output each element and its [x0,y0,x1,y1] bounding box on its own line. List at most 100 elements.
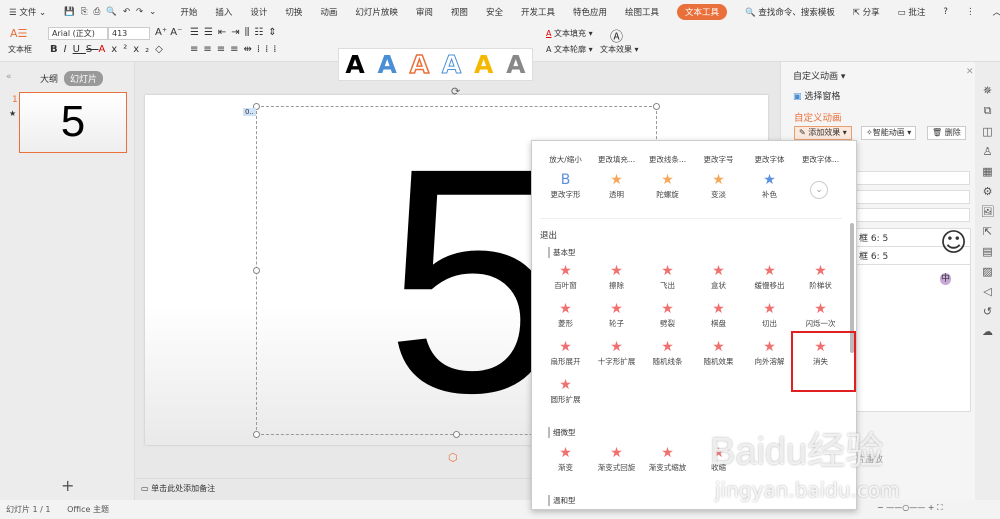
effect-item[interactable]: ★ 擦除 [591,263,642,291]
effect-item[interactable]: ★ 陀螺旋 [642,172,693,200]
effect-item[interactable]: ★ 渐变 [540,445,591,473]
paragraph-buttons[interactable]: ☰☰⇤⇥⫼☷⇕ [190,27,282,38]
start-dropdown[interactable] [852,171,970,185]
table-icon[interactable]: ▤ [982,245,992,258]
history-icon[interactable]: ↺ [983,305,992,318]
smart-animation-button[interactable]: ✧智能动画 ▾ [861,126,917,140]
object-icon[interactable]: ♙ [983,145,993,158]
art-style-blue-outline[interactable]: A [441,50,461,80]
effect-item[interactable]: ★ 圆形扩展 [540,377,591,405]
settings-icon[interactable]: ⚙ [983,185,993,198]
effect-item[interactable]: ★ 扇形展开 [540,339,591,367]
delete-button[interactable]: 🗑 删除 [927,126,966,140]
tab-slides[interactable]: 幻灯片 [64,71,104,86]
selection-pane-button[interactable]: ▣ 选择窗格 [793,89,840,102]
speed-dropdown[interactable] [852,208,970,222]
tab-1[interactable]: 插入 [215,6,232,18]
tab-2[interactable]: 设计 [250,6,267,18]
add-slide-button[interactable]: + [61,476,74,495]
float-tool-icon[interactable]: ⬡ [448,451,458,464]
rotate-handle-icon[interactable]: ⟳ [451,85,460,98]
effect-item[interactable]: ★ 缓慢移出 [744,263,795,291]
effect-item[interactable]: ★ 闪烁一次 [795,301,846,329]
zoom-slider[interactable]: − ——○—— + ⛶ [877,503,943,513]
effect-item[interactable]: 更改字号 [693,141,744,165]
resize-handle[interactable] [253,267,260,274]
effect-item[interactable]: 更改字体... [795,141,846,165]
effect-item[interactable]: ★ 渐变式缩放 [642,445,693,473]
tab-10[interactable]: 特色应用 [573,6,607,18]
tab-8[interactable]: 安全 [486,6,503,18]
art-style-gray[interactable]: A [506,50,525,79]
effect-item[interactable]: ★ 劈裂 [642,301,693,329]
art-style-black[interactable]: A [345,50,364,79]
effect-item[interactable]: 更改字体 [744,141,795,165]
search-command[interactable]: 🔍 查找命令、搜索模板 [745,6,835,18]
font-grow-shrink-icons[interactable]: A⁺ A⁻ [155,27,182,38]
effect-item[interactable]: ★ 补色 [744,172,795,200]
expand-more-icon[interactable]: ⌄ [810,181,828,199]
collapse-panel-icon[interactable]: « [6,72,12,82]
effect-item[interactable]: ★ 透明 [591,172,642,200]
font-size-select[interactable]: 413 [108,27,150,40]
grid-icon[interactable]: ▦ [982,165,992,178]
image-icon[interactable]: ▨ [982,265,992,278]
text-effect-button[interactable]: 文本效果 ▾ [600,44,639,55]
tab-5[interactable]: 幻灯片放映 [355,6,398,18]
export-icon[interactable]: ⇱ [983,225,992,238]
effect-item[interactable]: ★ 百叶窗 [540,263,591,291]
more-icon[interactable]: ⋮ [966,7,975,17]
tab-7[interactable]: 视图 [451,6,468,18]
audio-icon[interactable]: ◁ [983,285,991,298]
ime-mascot-icon[interactable]: ☺中 [940,228,978,285]
tab-text-tools[interactable]: 文本工具 [677,4,728,20]
resize-handle[interactable] [253,431,260,438]
effect-item[interactable]: ★ 十字形扩展 [591,339,642,367]
effect-item[interactable]: 放大/缩小 [540,141,591,165]
effect-item[interactable]: ★ 盒状 [693,263,744,291]
backup-icon[interactable]: ☁ [982,325,993,338]
effect-item[interactable]: ★ 菱形 [540,301,591,329]
tab-6[interactable]: 审阅 [416,6,433,18]
tab-4[interactable]: 动画 [320,6,337,18]
effect-item[interactable]: B 更改字形 [540,172,591,200]
quick-access-icons[interactable]: 💾⎘⎙🔍↶↷⌄ [64,7,162,17]
tab-3[interactable]: 切换 [285,6,302,18]
panel-title[interactable]: 自定义动画 ▾ [793,69,845,82]
effect-item[interactable]: ★ 阶梯状 [795,263,846,291]
animation-icon[interactable]: ✵ [983,84,992,97]
close-icon[interactable]: ✕ [966,67,974,77]
file-menu[interactable]: ☰ 文件 ⌄ [9,6,46,18]
tab-11[interactable]: 绘图工具 [625,6,659,18]
art-style-yellow[interactable]: A [474,50,493,79]
font-select[interactable]: Arial (正文) [48,27,108,40]
effect-item[interactable]: 更改线条... [642,141,693,165]
effect-item[interactable]: ★ 飞出 [642,263,693,291]
effect-item[interactable]: ★ 随机线条 [642,339,693,367]
align-buttons[interactable]: ≡≡≡≡⇹⁞⁞⁞ [190,44,281,55]
tab-0[interactable]: 开始 [180,6,197,18]
effect-item[interactable]: ★ 随机效果 [693,339,744,367]
textbox-button[interactable]: 文本框 [8,44,32,55]
effect-item[interactable]: ★ 切出 [744,301,795,329]
text-outline-button[interactable]: A 文本轮廓 ▾ [546,44,593,55]
art-style-blue[interactable]: A [378,50,397,79]
effect-item[interactable]: ★ 渐变式回旋 [591,445,642,473]
collapse-ribbon-icon[interactable]: ︿ [992,6,1000,18]
tab-outline[interactable]: 大纲 [40,72,58,85]
text-fill-button[interactable]: A 文本填充 ▾ [546,28,593,39]
effect-item[interactable]: ★ 轮子 [591,301,642,329]
slide-thumbnail[interactable]: 5 [19,92,127,153]
effect-item[interactable]: ★ 棋盘 [693,301,744,329]
share-button[interactable]: ⇱ 分享 [853,6,880,18]
format-buttons[interactable]: BIUSAx²x₂◇ [50,44,169,55]
effect-item[interactable]: ★ 变淡 [693,172,744,200]
comment-button[interactable]: ▭ 批注 [898,6,926,18]
resize-handle[interactable] [653,103,660,110]
help-button[interactable]: ? [943,7,948,17]
text-art-gallery[interactable]: A A A A A A [338,48,533,81]
art-style-orange-outline[interactable]: A [409,49,430,80]
effect-item[interactable]: ★ 向外溶解 [744,339,795,367]
tab-9[interactable]: 开发工具 [521,6,555,18]
transition-icon[interactable]: ⧉ [984,104,992,118]
